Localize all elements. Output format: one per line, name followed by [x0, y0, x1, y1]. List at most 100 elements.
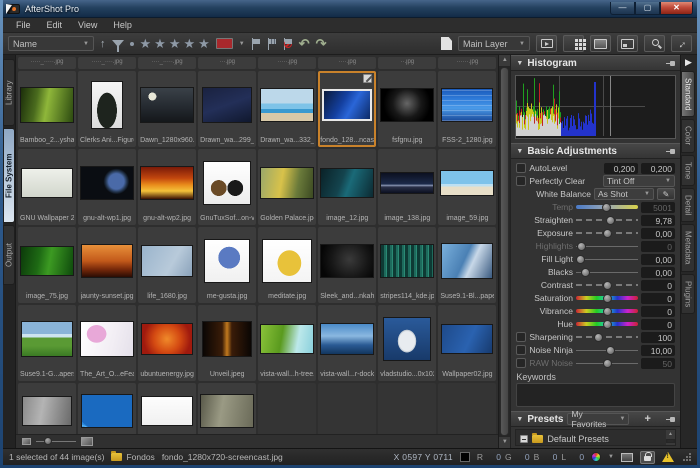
- slider-knob[interactable]: [603, 281, 612, 290]
- adjust-slider[interactable]: [576, 358, 638, 369]
- adjust-slider[interactable]: [576, 319, 638, 330]
- thumbnail-cell[interactable]: Clerks Ani...Figure.jpg: [78, 71, 136, 147]
- thumbnail-cell[interactable]: vista-wall...h-tree.jpg: [258, 305, 316, 381]
- thumbnail-cell-partial[interactable]: ·····_·····.jpg: [18, 57, 76, 69]
- thumbnail-cell-partial[interactable]: ····.jpg: [318, 57, 376, 69]
- slider-knob[interactable]: [603, 320, 612, 329]
- maximize-button[interactable]: ▢: [635, 2, 660, 15]
- panel-tab-plugins[interactable]: Plugins: [681, 274, 695, 314]
- thumbnail-cell[interactable]: Bamboo_2...ysha.jpg: [18, 71, 76, 147]
- combo-view-button[interactable]: [617, 35, 638, 52]
- thumbnail-cell-partial[interactable]: ······.jpg: [438, 57, 496, 69]
- thumbnail-cell[interactable]: meditate.jpg: [258, 227, 316, 303]
- slider-knob[interactable]: [603, 294, 612, 303]
- collapse-triangle-icon[interactable]: ▼: [516, 60, 523, 67]
- resize-grip[interactable]: [683, 453, 691, 461]
- thumbnail-cell[interactable]: image_12.jpg: [318, 149, 376, 225]
- preset-item[interactable]: Default Presets: [520, 432, 663, 445]
- preset-item[interactable]: B&W - IR Simulation: [520, 445, 663, 446]
- thumbnail-cell[interactable]: [78, 383, 136, 434]
- minimize-button[interactable]: —: [610, 2, 635, 15]
- checkbox[interactable]: [516, 345, 526, 355]
- adjust-value[interactable]: 5001: [641, 202, 675, 213]
- rotate-left-icon[interactable]: ↶: [299, 37, 310, 50]
- adjust-value[interactable]: 0,00: [641, 228, 675, 239]
- checkbox[interactable]: [516, 332, 526, 342]
- panel-collapse-arrow-icon[interactable]: ▶: [685, 57, 692, 68]
- slider-knob[interactable]: [603, 229, 612, 238]
- thumbnail-cell[interactable]: Sleek_and...nkahn.jpg: [318, 227, 376, 303]
- adjust-value[interactable]: 0: [641, 280, 675, 291]
- thumbnail-cell-partial[interactable]: ···.jpg: [198, 57, 256, 69]
- thumbnail-cell[interactable]: jaunty-sunset.jpg: [78, 227, 136, 303]
- scroll-down-arrow[interactable]: ▼: [499, 437, 510, 448]
- adjust-dropdown[interactable]: As Shot▼: [594, 188, 654, 200]
- adjust-value[interactable]: 0: [641, 241, 675, 252]
- layer-dropdown[interactable]: Main Layer ▼: [458, 36, 530, 51]
- thumbnail-cell[interactable]: vladstudio...0x1024.jpg: [378, 305, 436, 381]
- thumbnail-cell-partial[interactable]: ·····_····.jpg: [78, 57, 136, 69]
- adjust-slider[interactable]: [576, 293, 638, 304]
- chevron-down-icon[interactable]: ▼: [239, 41, 245, 47]
- fit-view-button[interactable]: ↔: [671, 35, 692, 52]
- pin-icon[interactable]: [666, 60, 675, 67]
- adjust-value[interactable]: 100: [641, 332, 675, 343]
- thumbnail-cell[interactable]: Suse9.1-Bl...papers.jpg: [438, 227, 496, 303]
- thumbnail-size-slider[interactable]: [36, 441, 76, 442]
- scrollbar-thumb[interactable]: [500, 67, 509, 436]
- panel-tab-metadata[interactable]: Metadata: [681, 224, 695, 271]
- thumbnail-cell[interactable]: FSS-2_1280.jpg: [438, 71, 496, 147]
- collapse-triangle-icon[interactable]: ▼: [516, 148, 523, 155]
- scroll-up-arrow[interactable]: ▲: [499, 55, 510, 66]
- adjust-value[interactable]: 9,78: [641, 215, 675, 226]
- thumbnail-cell[interactable]: me-gusta.jpg: [198, 227, 256, 303]
- flag-reject-icon[interactable]: [283, 38, 293, 50]
- collapse-icon[interactable]: [520, 435, 528, 443]
- thumbnail-cell[interactable]: Wallpaper02.jpg: [438, 305, 496, 381]
- rotate-right-icon[interactable]: ↷: [316, 37, 327, 50]
- adjust-slider[interactable]: [576, 215, 638, 226]
- adjust-slider[interactable]: [576, 254, 638, 265]
- current-folder[interactable]: Fondos: [111, 452, 154, 462]
- close-button[interactable]: ✕: [660, 2, 693, 15]
- adjust-value[interactable]: 0,200: [641, 163, 675, 174]
- thumbnail-cell[interactable]: life_1680.jpg: [138, 227, 196, 303]
- menu-item-file[interactable]: File: [9, 19, 38, 31]
- thumbnail-cell[interactable]: [18, 383, 76, 434]
- chevron-down-icon[interactable]: ▼: [608, 454, 614, 460]
- adjust-slider[interactable]: [576, 306, 638, 317]
- scrollbar-thumb[interactable]: [667, 440, 674, 442]
- thumbnail-cell[interactable]: GNU Wallpaper 2.jpg: [18, 149, 76, 225]
- thumbnail-cell[interactable]: gnu-alt-wp1.jpg: [78, 149, 136, 225]
- magnifier-button[interactable]: [644, 35, 665, 52]
- checkbox[interactable]: [516, 163, 526, 173]
- thumbnail-cell[interactable]: Drawn_wa...299_.jpg: [198, 71, 256, 147]
- thumbnail-cell-partial[interactable]: ····_·····.jpg: [138, 57, 196, 69]
- flag-icon[interactable]: [251, 38, 261, 50]
- lock-toggle[interactable]: [640, 451, 655, 464]
- scroll-down-arrow[interactable]: ▼: [666, 443, 675, 446]
- thumbnail-cell[interactable]: image_138.jpg: [378, 149, 436, 225]
- slider-knob[interactable]: [602, 203, 611, 212]
- panel-tab-color[interactable]: Color: [681, 119, 695, 152]
- adjust-value[interactable]: 0,00: [641, 254, 675, 265]
- panel-tab-detail[interactable]: Detail: [681, 188, 695, 222]
- sidebar-tab-output[interactable]: Output: [3, 225, 15, 285]
- adjust-value[interactable]: 10,00: [641, 345, 675, 356]
- thumbnail-cell[interactable]: fondo_128...ncast.jpg: [318, 71, 376, 147]
- star-icon[interactable]: ★: [169, 37, 181, 50]
- pin-icon[interactable]: [666, 148, 675, 155]
- adjust-slider[interactable]: [576, 267, 638, 278]
- histogram-header[interactable]: ▼ Histogram: [511, 55, 680, 71]
- slider-knob[interactable]: [603, 307, 612, 316]
- thumbnail-cell[interactable]: Unveil.jpeg: [198, 305, 256, 381]
- adjust-slider[interactable]: [576, 241, 638, 252]
- slider-knob[interactable]: [594, 333, 603, 342]
- checkbox[interactable]: [516, 176, 526, 186]
- menu-item-help[interactable]: Help: [106, 19, 139, 31]
- flag-priority-icon[interactable]: [267, 38, 277, 50]
- slider-knob[interactable]: [581, 268, 590, 277]
- presets-filter-dropdown[interactable]: My Favorites ▼: [567, 413, 629, 425]
- slider-knob[interactable]: [606, 346, 615, 355]
- thumbnail-cell[interactable]: ubuntuenergy.jpg: [138, 305, 196, 381]
